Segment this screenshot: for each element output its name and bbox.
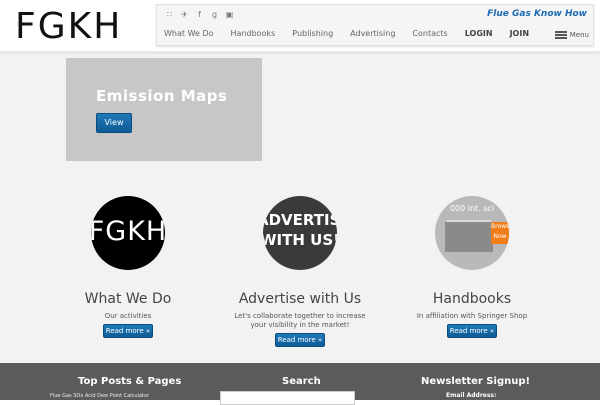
footer-search-title: Search: [282, 376, 321, 387]
menu-label: Menu: [569, 31, 589, 39]
hero-title: Emission Maps: [96, 87, 228, 105]
hero-panel: Emission Maps View: [66, 58, 262, 161]
google-plus-icon[interactable]: g: [210, 10, 219, 19]
nav-handbooks[interactable]: Handbooks: [231, 29, 276, 38]
handbooks-image[interactable]: 000 int. sci Browse Now: [435, 196, 509, 270]
site-tagline[interactable]: Flue Gas Know How: [487, 9, 587, 19]
feature-what-we-do: FGKH What We Do Our activities Read more…: [53, 196, 203, 338]
feature-advertise: ADVERTISE WITH US! Advertise with Us Let…: [225, 196, 375, 347]
read-more-button[interactable]: Read more »: [275, 333, 325, 347]
advertise-image[interactable]: ADVERTISE WITH US!: [263, 196, 337, 270]
browse-now-badge: Browse Now: [491, 222, 509, 244]
footer-top-post-link[interactable]: Flue Gas SOx Acid Dew Point Calculator: [50, 393, 149, 399]
feature-text: Our activities: [104, 312, 152, 320]
fgkh-logo-image[interactable]: FGKH: [91, 196, 165, 270]
feature-title: Advertise with Us: [238, 291, 362, 307]
read-more-button[interactable]: Read more »: [103, 324, 153, 338]
hero-view-button[interactable]: View: [96, 113, 132, 133]
hamburger-icon: [554, 31, 567, 39]
menu-button[interactable]: Menu: [554, 31, 589, 39]
feature-text: Let's collaborate together to increase y…: [234, 312, 366, 329]
feature-title: Handbooks: [432, 291, 512, 307]
social-icons: ∷ ✈ f g ▣: [165, 10, 234, 19]
footer-top-posts-title: Top Posts & Pages: [78, 376, 182, 387]
nav-publishing[interactable]: Publishing: [292, 29, 333, 38]
nav-what-we-do[interactable]: What We Do: [164, 29, 214, 38]
feature-handbooks: 000 int. sci Browse Now Handbooks In aff…: [397, 196, 547, 338]
nav-advertising[interactable]: Advertising: [350, 29, 395, 38]
site-logo[interactable]: FGKH: [15, 6, 122, 47]
facebook-icon[interactable]: f: [195, 10, 204, 19]
nav-contacts[interactable]: Contacts: [412, 29, 447, 38]
header-nav-box: ∷ ✈ f g ▣ Flue Gas Know How What We Do H…: [156, 4, 594, 46]
feature-title: What We Do: [84, 291, 172, 307]
nav-login[interactable]: LOGIN: [465, 29, 493, 38]
linkedin-icon[interactable]: ▣: [225, 10, 234, 19]
nav-join[interactable]: JOIN: [510, 29, 529, 38]
band-divider: [0, 51, 600, 54]
feature-text: In affiliation with Springer Shop: [416, 312, 528, 320]
rss-icon[interactable]: ∷: [165, 10, 174, 19]
twitter-icon[interactable]: ✈: [180, 10, 189, 19]
main-nav: What We Do Handbooks Publishing Advertis…: [164, 29, 546, 38]
footer-search-input[interactable]: [220, 391, 355, 405]
footer-email-label: Email Address:: [446, 392, 497, 399]
footer: Top Posts & Pages Flue Gas SOx Acid Dew …: [0, 363, 600, 405]
read-more-button[interactable]: Read more »: [447, 324, 497, 338]
footer-newsletter-title: Newsletter Signup!: [421, 376, 531, 387]
